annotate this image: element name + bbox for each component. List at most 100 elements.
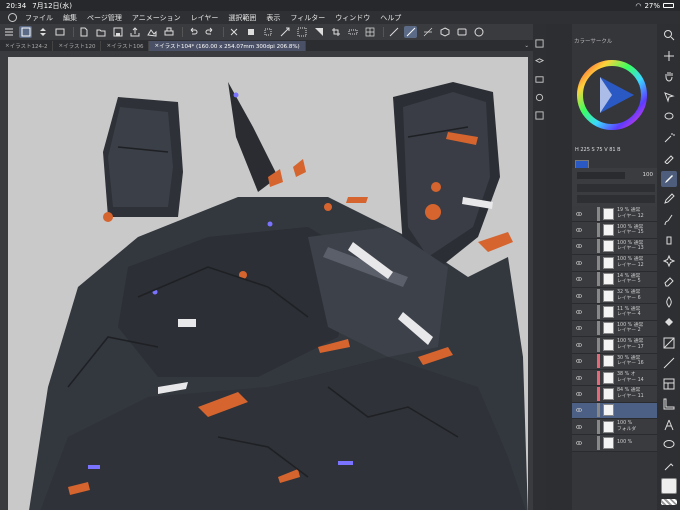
eraser-tool-icon[interactable] — [661, 273, 677, 289]
new-canvas-icon[interactable] — [19, 26, 32, 38]
record-icon[interactable] — [455, 26, 468, 38]
blend-tool-icon[interactable] — [661, 294, 677, 310]
visibility-eye-icon[interactable] — [575, 293, 583, 298]
special-ruler-icon[interactable] — [404, 26, 417, 38]
panel-save-icon[interactable] — [535, 38, 545, 48]
menu-page[interactable]: ページ管理 — [87, 13, 122, 23]
layer-row[interactable]: 38 % オレイヤー 14 — [572, 369, 657, 387]
panel-material-icon[interactable] — [535, 110, 545, 120]
layer-row[interactable]: 100 % 通常 レイヤー 17 — [572, 337, 657, 354]
visibility-eye-icon[interactable] — [575, 441, 583, 446]
visibility-eye-icon[interactable] — [575, 310, 583, 314]
visibility-eye-icon[interactable] — [575, 359, 583, 364]
layer-row[interactable]: 100 % 通常 レイヤー 13 — [572, 238, 657, 256]
menu-view[interactable]: 表示 — [266, 13, 280, 23]
deselect-icon[interactable] — [295, 26, 308, 38]
transform-icon[interactable] — [261, 26, 274, 38]
gradient-tool-icon[interactable] — [661, 335, 677, 351]
grid-snap-icon[interactable] — [421, 26, 434, 38]
layer-row[interactable]: 100 % — [572, 435, 657, 452]
ruler-snap-icon[interactable] — [387, 26, 400, 38]
menu-window[interactable]: ウィンドウ — [335, 13, 370, 23]
layer-row[interactable]: 84 % 通常 レイヤー 11 — [572, 386, 657, 403]
3d-icon[interactable] — [438, 26, 451, 38]
eyedropper-icon[interactable] — [661, 150, 677, 166]
lasso-tool-icon[interactable] — [661, 109, 677, 125]
display-icon[interactable] — [53, 26, 66, 38]
visibility-eye-icon[interactable] — [575, 277, 583, 282]
layer-row[interactable]: 100 % 通常 レイヤー 15 — [572, 222, 657, 239]
selection-display-icon[interactable] — [346, 26, 359, 38]
app-logo-icon[interactable] — [8, 13, 17, 22]
main-color-swatch[interactable] — [660, 478, 677, 494]
layer-row[interactable]: 19 % 通常 レイヤー 12 — [572, 206, 657, 223]
balloon-tool-icon[interactable] — [661, 437, 677, 453]
layer-row[interactable] — [572, 402, 657, 420]
invert-icon[interactable] — [312, 26, 325, 38]
menu-layer[interactable]: レイヤー — [191, 13, 219, 23]
hand-tool-icon[interactable] — [661, 68, 677, 84]
visibility-eye-icon[interactable] — [575, 424, 583, 429]
visibility-eye-icon[interactable] — [575, 392, 583, 396]
tabs-dropdown-icon[interactable]: ⌄ — [524, 43, 529, 49]
menu-edit[interactable]: 編集 — [63, 13, 77, 23]
crop-icon[interactable] — [329, 26, 342, 38]
ruler-tool-icon[interactable] — [661, 396, 677, 412]
move-tool-icon[interactable] — [661, 48, 677, 64]
zoom-tool-icon[interactable] — [661, 27, 677, 43]
pen-tool-icon[interactable] — [660, 170, 677, 187]
brush-tool-icon[interactable] — [661, 212, 677, 228]
menu-filter[interactable]: フィルター — [290, 13, 325, 23]
menu-animation[interactable]: アニメーション — [132, 13, 181, 23]
export-icon[interactable] — [128, 26, 141, 38]
visibility-eye-icon[interactable] — [575, 260, 583, 265]
fill-icon[interactable] — [244, 26, 257, 38]
pencil-tool-icon[interactable] — [661, 191, 677, 207]
tab-document-3[interactable]: × イラスト106 — [101, 40, 150, 51]
visibility-eye-icon[interactable] — [575, 375, 583, 380]
layer-row[interactable]: 32 % 通常 レイヤー 6 — [572, 287, 657, 305]
visibility-eye-icon[interactable] — [575, 326, 583, 331]
expand-icon[interactable] — [36, 26, 49, 38]
visibility-eye-icon[interactable] — [575, 228, 583, 232]
layer-tool-row[interactable] — [577, 184, 655, 192]
visibility-eye-icon[interactable] — [575, 244, 583, 249]
correct-line-tool-icon[interactable] — [661, 458, 677, 474]
color-wheel[interactable] — [576, 59, 648, 131]
figure-tool-icon[interactable] — [661, 355, 677, 371]
scale-icon[interactable] — [278, 26, 291, 38]
magic-wand-icon[interactable] — [661, 130, 677, 146]
object-tool-icon[interactable] — [661, 89, 677, 105]
grid-icon[interactable] — [363, 26, 376, 38]
panel-history-icon[interactable] — [535, 92, 545, 102]
tab-document-1[interactable]: × イラスト124-2 — [0, 40, 54, 51]
panel-navigator-icon[interactable] — [535, 74, 545, 84]
canvas-area[interactable] — [0, 51, 533, 510]
redo-icon[interactable] — [203, 26, 216, 38]
layer-row[interactable]: 14 % 通常 レイヤー 5 — [572, 271, 657, 288]
open-folder-icon[interactable] — [94, 26, 107, 38]
layer-row[interactable]: 30 % 通常 レイヤー 16 — [572, 353, 657, 370]
menu-file[interactable]: ファイル — [25, 13, 53, 23]
print-icon[interactable] — [162, 26, 175, 38]
help-icon[interactable] — [472, 26, 485, 38]
panel-layers-icon[interactable] — [535, 56, 545, 66]
visibility-eye-icon[interactable] — [575, 408, 583, 413]
layer-action-row[interactable] — [577, 195, 655, 203]
layer-row[interactable]: 100 % 通常 レイヤー 2 — [572, 320, 657, 338]
visibility-eye-icon[interactable] — [575, 342, 583, 347]
share-icon[interactable] — [145, 26, 158, 38]
visibility-eye-icon[interactable] — [575, 211, 583, 216]
hamburger-icon[interactable] — [2, 26, 15, 38]
layer-row[interactable]: 100 % 通常 レイヤー 12 — [572, 255, 657, 272]
menu-help[interactable]: ヘルプ — [380, 13, 401, 23]
layer-row[interactable]: 11 % 通常 レイヤー 4 — [572, 304, 657, 321]
decoration-tool-icon[interactable] — [661, 253, 677, 269]
canvas-paper[interactable] — [8, 57, 528, 510]
undo-icon[interactable] — [186, 26, 199, 38]
airbrush-tool-icon[interactable] — [661, 232, 677, 248]
fill-tool-icon[interactable] — [661, 314, 677, 330]
text-tool-icon[interactable] — [661, 417, 677, 433]
tab-document-2[interactable]: × イラスト120 — [53, 40, 102, 51]
save-icon[interactable] — [111, 26, 124, 38]
